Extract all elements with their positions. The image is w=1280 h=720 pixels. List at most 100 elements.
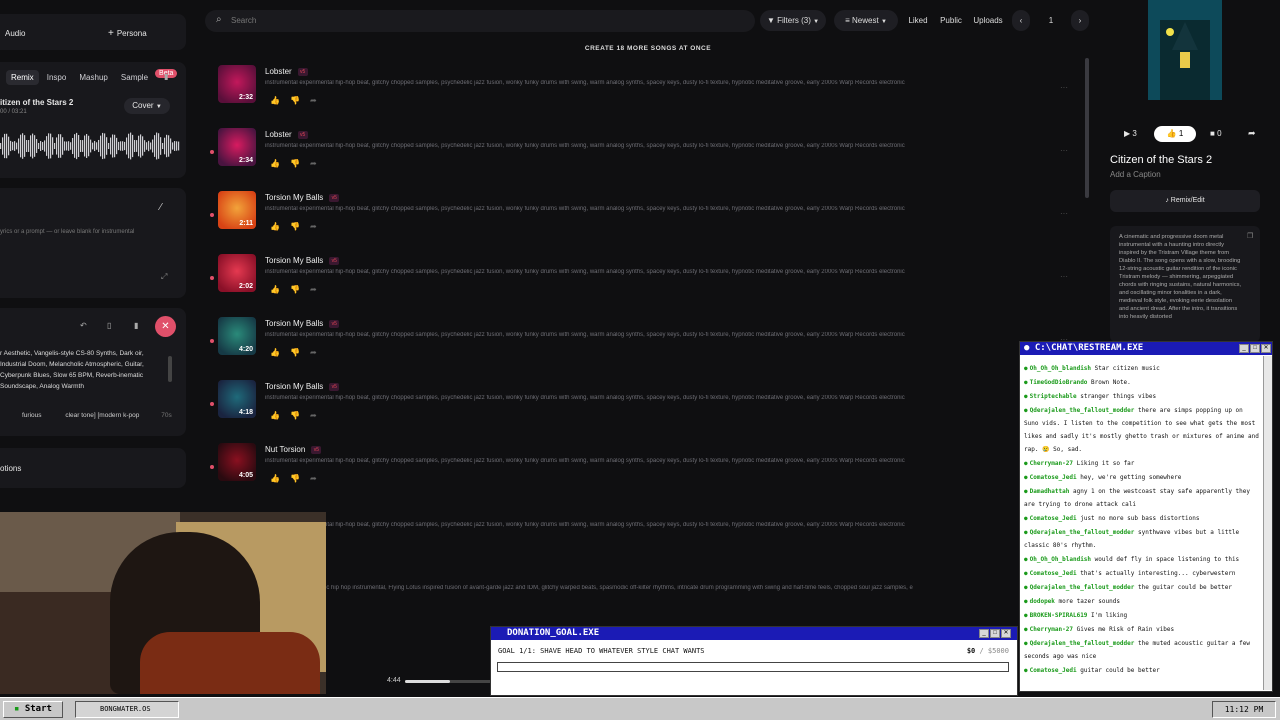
- chat-username[interactable]: dodopek: [1024, 598, 1055, 605]
- lyrics-input[interactable]: yrics or a prompt — or leave blank for i…: [0, 229, 134, 235]
- donation-goal-window[interactable]: DONATION_GOAL.EXE _ □ ✕ GOAL 1/1: SHAVE HE…: [490, 626, 1018, 696]
- thumbs-up-icon[interactable]: 👍: [270, 348, 290, 357]
- more-options-icon[interactable]: ···: [1060, 272, 1068, 281]
- song-cover[interactable]: 2:02: [218, 254, 256, 292]
- play-count-button[interactable]: ▶ 3: [1124, 129, 1137, 138]
- song-cover[interactable]: 2:34: [218, 128, 256, 166]
- song-cover[interactable]: 2:32: [218, 65, 256, 103]
- thumbs-down-icon[interactable]: 👎: [290, 348, 310, 357]
- shuffle-style-button[interactable]: ✕: [155, 316, 176, 337]
- song-title[interactable]: Lobster v5: [265, 67, 308, 76]
- song-cover[interactable]: 4:18: [218, 380, 256, 418]
- share-icon[interactable]: ➦: [310, 285, 327, 294]
- chat-username[interactable]: Qderajalen_the_fallout_modder: [1024, 584, 1134, 591]
- public-filter[interactable]: Public: [936, 10, 966, 31]
- song-row[interactable]: 4:20 Torsion My Balls v5 instrumental exper…: [210, 315, 1078, 378]
- song-cover[interactable]: 2:11: [218, 191, 256, 229]
- song-row[interactable]: 2:32 Lobster v5 instrumental experimental h…: [218, 63, 1078, 126]
- player-progress[interactable]: [405, 680, 495, 683]
- song-title[interactable]: Torsion My Balls v5: [265, 319, 340, 328]
- thumbs-up-icon[interactable]: 👍: [270, 222, 290, 231]
- like-button[interactable]: 👍 1: [1154, 126, 1196, 142]
- chat-username[interactable]: Striptechable: [1024, 393, 1077, 400]
- undo-icon[interactable]: ↶: [80, 321, 87, 330]
- song-title[interactable]: Torsion My Balls v5: [265, 256, 340, 265]
- bookmark-icon[interactable]: ▯: [107, 321, 111, 330]
- search-input[interactable]: Search: [231, 16, 256, 25]
- share-icon[interactable]: ➦: [310, 348, 327, 357]
- share-icon[interactable]: ➦: [1248, 128, 1256, 139]
- chat-username[interactable]: Damadhattah: [1024, 488, 1069, 495]
- thumbs-down-icon[interactable]: 👎: [290, 159, 310, 168]
- chat-username[interactable]: Comatose_Jedi: [1024, 667, 1077, 674]
- remix-edit-button[interactable]: ♪ Remix/Edit: [1110, 190, 1260, 212]
- uploads-filter[interactable]: Uploads: [972, 10, 1004, 31]
- tab-mashup[interactable]: Mashup: [74, 70, 112, 85]
- more-options-icon[interactable]: ···: [1060, 146, 1068, 155]
- song-row[interactable]: 4:18 Torsion My Balls v5 instrumental exper…: [210, 378, 1078, 441]
- thumbs-up-icon[interactable]: 👍: [270, 474, 290, 483]
- options-card[interactable]: otions: [0, 448, 186, 488]
- song-title[interactable]: Nut Torsion v5: [265, 445, 322, 454]
- donation-title-bar[interactable]: DONATION_GOAL.EXE: [491, 627, 1017, 640]
- style-scrollbar[interactable]: [168, 356, 172, 382]
- song-list-scrollbar[interactable]: [1085, 58, 1089, 198]
- share-icon[interactable]: ➦: [310, 411, 327, 420]
- chat-username[interactable]: Comatose_Jedi: [1024, 515, 1077, 522]
- minimize-icon[interactable]: _: [1239, 344, 1249, 353]
- chat-title-bar[interactable]: ● C:\CHAT\RESTREAM.EXE: [1020, 342, 1272, 355]
- song-cover[interactable]: 4:20: [218, 317, 256, 355]
- song-row[interactable]: 2:34 Lobster v5 instrumental experimental h…: [210, 126, 1078, 189]
- cover-dropdown[interactable]: Cover ▼: [124, 98, 170, 114]
- chat-username[interactable]: TimeGodDioBrando: [1024, 379, 1087, 386]
- audio-mode-tab[interactable]: Audio: [5, 29, 25, 38]
- share-icon[interactable]: ➦: [310, 96, 327, 105]
- start-button[interactable]: ▪ Start: [3, 701, 63, 718]
- search-bar[interactable]: ⌕ Search: [205, 10, 755, 32]
- caption-input[interactable]: Add a Caption: [1110, 170, 1161, 179]
- chat-username[interactable]: Qderajalen_the_fallout_modder: [1024, 529, 1134, 536]
- filters-button[interactable]: ▼ Filters (3) ▼: [760, 10, 826, 31]
- song-title[interactable]: Torsion My Balls v5: [265, 193, 340, 202]
- song-title[interactable]: Torsion My Balls v5: [265, 382, 340, 391]
- maximize-icon[interactable]: □: [990, 629, 1000, 638]
- close-icon[interactable]: ✕: [1001, 629, 1011, 638]
- chat-username[interactable]: Oh_Oh_Oh_blandish: [1024, 365, 1091, 372]
- chat-username[interactable]: Qderajalen_the_fallout_modder: [1024, 407, 1134, 414]
- chat-username[interactable]: BROKEN-SPIRAL619: [1024, 612, 1087, 619]
- close-icon[interactable]: ✕: [1261, 344, 1271, 353]
- song-title[interactable]: Lobster v5: [265, 130, 308, 139]
- song-row[interactable]: 2:11 Torsion My Balls v5 instrumental exper…: [210, 189, 1078, 252]
- thumbs-down-icon[interactable]: 👎: [290, 222, 310, 231]
- song-cover[interactable]: 4:05: [218, 443, 256, 481]
- magic-wand-icon[interactable]: ⁄: [160, 202, 162, 213]
- taskbar-item[interactable]: BONGWATER.OS: [75, 701, 179, 718]
- song-row[interactable]: 4:05 Nut Torsion v5 instrumental experiment…: [210, 441, 1078, 504]
- comment-button[interactable]: ■ 0: [1210, 129, 1222, 138]
- next-page-button[interactable]: ›: [1071, 10, 1089, 31]
- maximize-icon[interactable]: □: [1250, 344, 1260, 353]
- song-row[interactable]: 2:02 Torsion My Balls v5 instrumental exper…: [210, 252, 1078, 315]
- more-options-icon[interactable]: ···: [1060, 209, 1068, 218]
- share-icon[interactable]: ➦: [310, 222, 327, 231]
- thumbs-down-icon[interactable]: 👎: [290, 285, 310, 294]
- chat-window[interactable]: ● C:\CHAT\RESTREAM.EXE _□✕ Oh_Oh_Oh_blan…: [1019, 341, 1273, 692]
- trash-style-icon[interactable]: ▮: [134, 321, 138, 330]
- chat-username[interactable]: Comatose_Jedi: [1024, 474, 1077, 481]
- chat-username[interactable]: Oh_Oh_Oh_blandish: [1024, 556, 1091, 563]
- tab-inspo[interactable]: Inspo: [42, 70, 72, 85]
- tab-remix[interactable]: Remix: [6, 70, 39, 85]
- style-tag[interactable]: 70s: [161, 412, 171, 419]
- thumbs-down-icon[interactable]: 👎: [290, 474, 310, 483]
- waveform[interactable]: [0, 128, 180, 164]
- share-icon[interactable]: ➦: [310, 159, 327, 168]
- minimize-icon[interactable]: _: [979, 629, 989, 638]
- liked-filter[interactable]: Liked: [904, 10, 932, 31]
- chat-username[interactable]: Cherryman-27: [1024, 460, 1073, 467]
- chat-username[interactable]: Cherryman-27: [1024, 626, 1073, 633]
- chat-username[interactable]: Qderajalen_the_fallout_modder: [1024, 640, 1134, 647]
- persona-button[interactable]: + Persona: [108, 28, 147, 39]
- trash-icon[interactable]: ▮: [164, 72, 168, 81]
- prev-page-button[interactable]: ‹: [1012, 10, 1030, 31]
- thumbs-down-icon[interactable]: 👎: [290, 411, 310, 420]
